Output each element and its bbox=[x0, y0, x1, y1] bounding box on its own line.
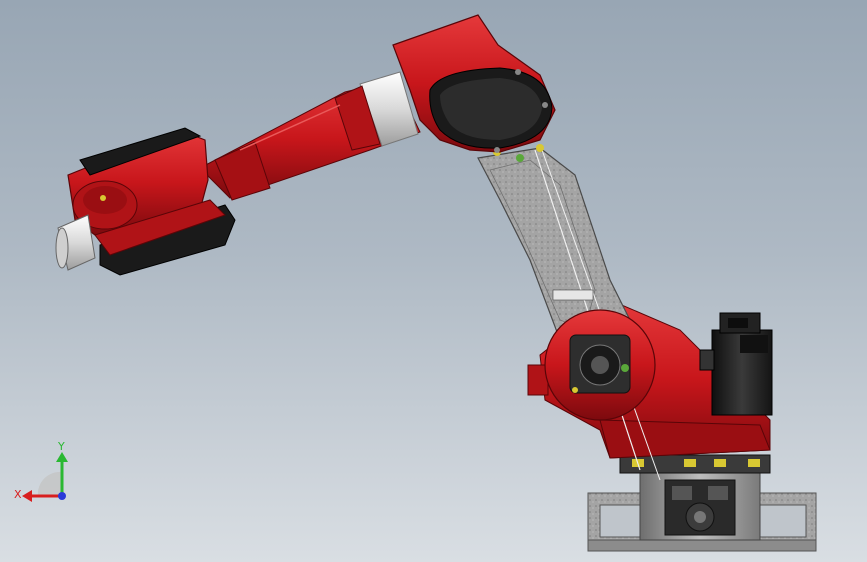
x-axis-label: X bbox=[14, 488, 22, 501]
z-axis-dot bbox=[58, 492, 66, 500]
model-viewport[interactable]: Y X bbox=[0, 0, 867, 562]
shoulder-joint[interactable] bbox=[544, 309, 656, 421]
axis-triad-icon bbox=[22, 452, 68, 502]
base-column[interactable] bbox=[619, 454, 771, 541]
tool-flange[interactable] bbox=[55, 214, 96, 271]
y-axis-label: Y bbox=[58, 440, 65, 453]
forearm-link[interactable] bbox=[199, 71, 421, 201]
robot-arm-model[interactable] bbox=[0, 0, 867, 562]
axis-triad: Y X bbox=[12, 438, 82, 508]
